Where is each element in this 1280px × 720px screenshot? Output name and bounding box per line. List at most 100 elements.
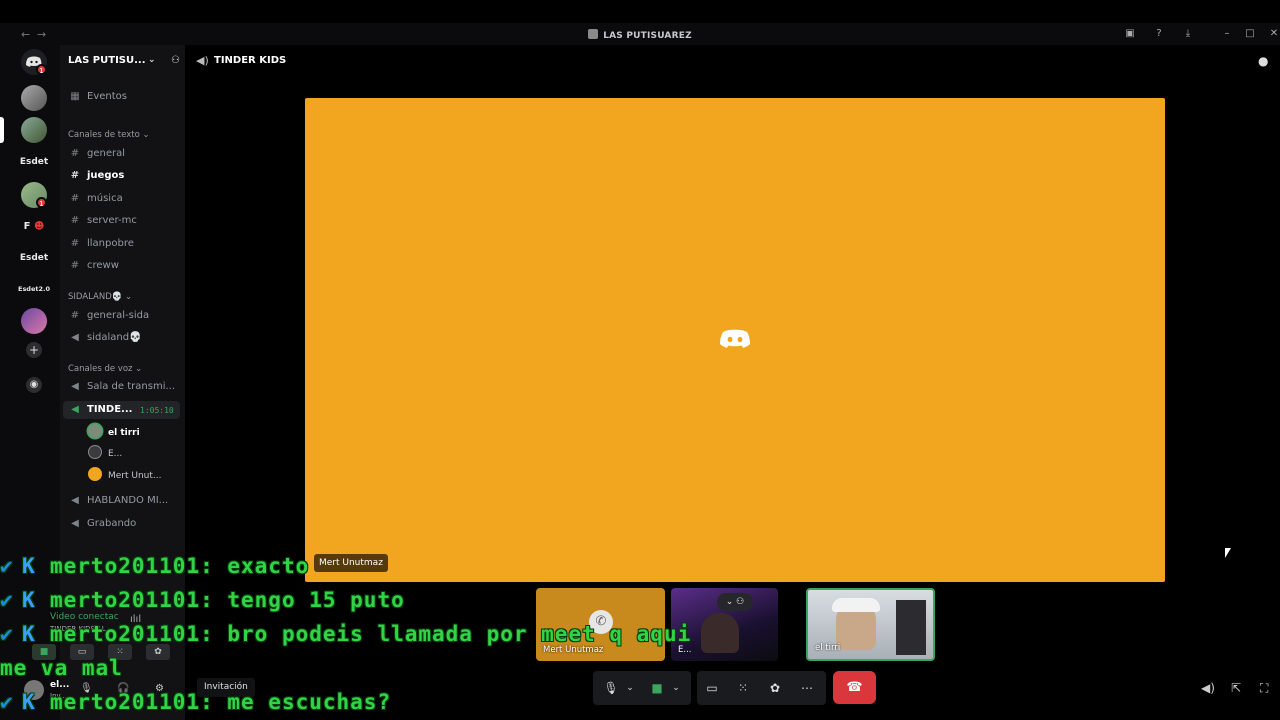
download-icon[interactable]: ⤓ xyxy=(1182,28,1194,40)
chevron-down-icon[interactable]: ⌄ xyxy=(623,671,637,705)
server-icon xyxy=(588,29,599,39)
channel-label: general xyxy=(87,148,126,159)
overlay-msg: tengo 15 puto xyxy=(227,588,405,612)
category-sidaland[interactable]: SIDALAND💀 ⌄ xyxy=(68,292,132,302)
server-icon-1[interactable] xyxy=(21,85,47,111)
server-f[interactable]: F ☻ xyxy=(12,221,56,232)
events-label: Eventos xyxy=(87,91,127,102)
overlay-chat-line: ✔ Kmerto201101: bro podeis llamada por me… xyxy=(0,622,691,646)
add-server-icon[interactable]: + xyxy=(26,342,42,358)
avatar xyxy=(88,445,102,459)
server-esdet-2[interactable]: Esdet xyxy=(12,253,56,263)
voice-user-el-tirri[interactable]: el tirri xyxy=(88,424,140,440)
chevron-down-icon[interactable]: ⌄ xyxy=(669,671,683,705)
hangup-icon: ☎ xyxy=(846,680,863,695)
hash-icon: # xyxy=(70,193,80,204)
hash-icon: # xyxy=(70,215,80,226)
voice-channel-grabando[interactable]: ◀ Grabando xyxy=(68,515,182,533)
channel-label: HABLANDO MI... xyxy=(87,495,169,506)
person-video xyxy=(701,613,739,653)
verified-badge-icon: ✔ xyxy=(0,588,14,612)
channel-general[interactable]: # general xyxy=(68,145,182,163)
fullscreen-icon[interactable]: ⛶ xyxy=(1260,681,1268,696)
channel-general-sida[interactable]: # general-sida xyxy=(68,307,182,325)
activities-icon[interactable]: ⁙ xyxy=(733,671,753,705)
overlay-msg: me va mal xyxy=(0,656,123,680)
user-label: E... xyxy=(108,449,123,459)
screen: ← → LAS PUTISUAREZ ▣ ? ⤓ – □ ✕ 1 Esdet 1… xyxy=(0,0,1280,720)
kick-icon: K xyxy=(22,554,36,578)
participant-tile-el-tirri[interactable]: el tirri xyxy=(806,588,935,661)
window-title-wrap: LAS PUTISUAREZ xyxy=(0,29,1280,41)
voice-user-e[interactable]: E... xyxy=(88,445,122,461)
channel-llanpobre[interactable]: # llanpobre xyxy=(68,235,182,253)
soundboard-icon[interactable]: ✿ xyxy=(765,671,785,705)
channel-server-mc[interactable]: # server-mc xyxy=(68,212,182,230)
voice-user-mert[interactable]: Mert Unut... xyxy=(88,467,162,483)
server-name: LAS PUTISU... xyxy=(68,55,146,66)
cat-text-label: Canales de texto xyxy=(68,130,140,140)
avatar xyxy=(88,424,102,438)
maximize-icon[interactable]: □ xyxy=(1244,28,1256,40)
tile-options[interactable]: ⌄ ⚇ xyxy=(717,593,753,611)
pop-out-icon[interactable]: ⇱ xyxy=(1231,681,1241,695)
channel-sidaland[interactable]: ◀ sidaland💀 xyxy=(68,329,182,347)
server-icon-2[interactable] xyxy=(21,117,47,143)
hash-icon: # xyxy=(70,148,80,159)
server-header[interactable]: LAS PUTISU... ⌄ ⚇ xyxy=(68,55,180,69)
events-item[interactable]: ▦ Eventos xyxy=(68,88,182,106)
channel-label: llanpobre xyxy=(87,238,134,249)
server-esdet2[interactable]: Esdet2.0 xyxy=(12,285,56,293)
title-bar: ← → LAS PUTISUAREZ ▣ ? ⤓ – □ ✕ xyxy=(0,23,1280,45)
overlay-user: merto201101: xyxy=(50,690,214,714)
discord-logo-icon xyxy=(720,329,750,348)
channel-juegos[interactable]: # juegos xyxy=(68,167,182,185)
voice-channel-sala[interactable]: ◀ Sala de transmi... xyxy=(68,378,182,396)
chevron-down-icon[interactable]: ⌄ xyxy=(148,55,156,65)
hash-icon: # xyxy=(70,170,80,181)
channel-label: sidaland💀 xyxy=(87,332,142,343)
speaker-icon: ◀ xyxy=(71,495,79,506)
call-timer: 1:05:10 xyxy=(140,406,174,415)
inbox-icon[interactable]: ▣ xyxy=(1124,28,1136,40)
overlay-user: merto201101: xyxy=(50,588,214,612)
speaker-icon: ◀ xyxy=(71,332,79,343)
chat-icon[interactable]: ● xyxy=(1258,54,1268,68)
close-icon[interactable]: ✕ xyxy=(1268,28,1280,40)
avatar xyxy=(88,467,102,481)
overlay-msg: bro podeis llamada por meet q aqui xyxy=(227,622,692,646)
screen-share-icon[interactable]: ▭ xyxy=(702,671,722,705)
channel-label: juegos xyxy=(87,170,125,181)
stage-name-tag: Mert Unutmaz xyxy=(314,554,388,572)
channel-musica[interactable]: # música xyxy=(68,190,182,208)
overlay-msg: exacto xyxy=(227,554,310,578)
connection-status: Video conectac xyxy=(50,612,119,622)
server-icon-4[interactable] xyxy=(21,308,47,334)
channel-label: general-sida xyxy=(87,310,150,321)
discover-icon[interactable]: ◉ xyxy=(26,377,42,393)
kick-icon: K xyxy=(22,622,36,646)
camera-icon[interactable]: ■ xyxy=(647,671,667,705)
help-icon[interactable]: ? xyxy=(1153,28,1165,40)
category-text-channels[interactable]: Canales de texto ⌄ xyxy=(68,130,150,140)
mouse-cursor xyxy=(1225,548,1231,558)
more-options-icon[interactable]: ⋯ xyxy=(797,671,817,705)
volume-icon[interactable]: ◀) xyxy=(1201,681,1215,695)
channel-label: música xyxy=(87,193,123,204)
tile-label: Mert Unutmaz xyxy=(543,645,604,655)
add-user-icon[interactable]: ⚇ xyxy=(171,55,180,66)
voice-channel-hablando[interactable]: ◀ HABLANDO MI... xyxy=(68,492,182,510)
channel-label: creww xyxy=(87,260,119,271)
tile-label: el tirri xyxy=(815,643,841,653)
minimize-icon[interactable]: – xyxy=(1221,28,1233,40)
speaker-icon: ◀ xyxy=(71,404,79,415)
channel-creww[interactable]: # creww xyxy=(68,257,182,275)
main-video-stage[interactable] xyxy=(305,98,1165,582)
voice-header: ◀) TINDER KIDS ● xyxy=(185,45,1280,75)
microphone-icon[interactable]: 🎙 xyxy=(601,671,621,705)
server-esdet[interactable]: Esdet xyxy=(12,157,56,167)
category-voice[interactable]: Canales de voz ⌄ xyxy=(68,364,142,374)
soundboard-button[interactable]: ✿ xyxy=(146,644,170,660)
disconnect-button[interactable]: ☎ xyxy=(833,671,876,704)
channel-label: server-mc xyxy=(87,215,137,226)
